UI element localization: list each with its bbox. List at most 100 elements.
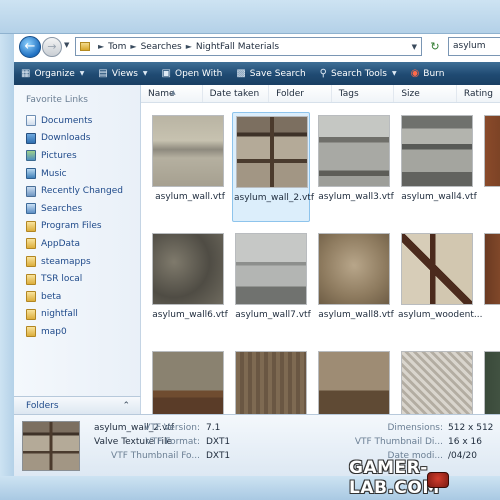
breadcrumb-separator-icon[interactable]: ► xyxy=(130,42,136,51)
breadcrumb-searches[interactable]: Searches xyxy=(141,42,182,52)
chevron-up-icon: ⌃ xyxy=(122,400,130,411)
sidebar-item-music[interactable]: Music xyxy=(26,165,123,183)
sidebar-item-pictures[interactable]: Pictures xyxy=(26,147,123,165)
sidebar-item-label: Documents xyxy=(41,115,93,126)
sidebar-item-label: TSR local xyxy=(41,274,83,285)
chevron-down-icon: ▼ xyxy=(142,70,148,77)
downloads-icon xyxy=(26,132,36,144)
sidebar-item-tsr-local[interactable]: TSR local xyxy=(26,270,123,288)
sidebar-item-recently-changed[interactable]: Recently Changed xyxy=(26,182,123,200)
chevron-down-icon[interactable]: ▼ xyxy=(412,43,417,51)
watermark-text: GAMER-LAB.COM xyxy=(349,458,440,498)
file-tile[interactable] xyxy=(232,348,310,414)
back-button[interactable]: ← xyxy=(19,36,41,58)
property-value: DXT1 xyxy=(206,437,231,447)
file-thumbnail xyxy=(401,115,473,187)
folders-toggle[interactable]: Folders ⌃ xyxy=(14,396,141,414)
property-value: 512 x 512 xyxy=(448,423,494,433)
search-input[interactable]: asylum xyxy=(448,37,500,56)
sidebar-item-label: nightfall xyxy=(41,309,78,320)
chevron-down-icon: ▼ xyxy=(79,70,85,77)
sidebar-item-label: beta xyxy=(41,291,62,302)
sidebar-item-program-files[interactable]: Program Files xyxy=(26,218,123,236)
property-label: VTF Thumbnail Di... xyxy=(354,437,443,447)
file-thumbnail xyxy=(152,233,224,305)
file-thumbnail xyxy=(401,233,473,305)
organize-label: Organize xyxy=(34,68,75,79)
file-tile[interactable]: asylum_wall.vtf xyxy=(149,112,227,222)
property-label: VTF Thumbnail Fo... xyxy=(111,451,200,461)
burn-icon: ◉ xyxy=(410,68,420,79)
column-header-label: Folder xyxy=(276,89,304,99)
chevron-down-icon: ▼ xyxy=(391,70,397,77)
file-tile[interactable]: asylum_wall8.vtf xyxy=(315,230,394,340)
column-header-folder[interactable]: Folder xyxy=(269,85,332,102)
file-tile[interactable]: asylum_wall6.vtf xyxy=(149,230,228,340)
file-name: asylum_wall4.vtf xyxy=(401,192,477,202)
organize-icon: ▦ xyxy=(21,68,31,79)
sidebar-item-label: Recently Changed xyxy=(41,186,123,197)
refresh-button[interactable]: ↻ xyxy=(426,38,444,55)
window-titlebar xyxy=(0,0,500,34)
folder-icon xyxy=(26,291,36,303)
folder-icon xyxy=(26,256,36,268)
file-tile[interactable] xyxy=(398,348,476,414)
sidebar-item-label: Downloads xyxy=(41,133,91,144)
views-button[interactable]: ▤ Views ▼ xyxy=(91,62,154,85)
file-tile[interactable] xyxy=(481,230,500,340)
file-name: asylum_wall7.vtf xyxy=(235,310,311,320)
address-bar[interactable]: ► Tom ► Searches ► NightFall Materials ▼ xyxy=(75,37,422,56)
folder-icon xyxy=(26,326,36,338)
sidebar-item-label: Music xyxy=(41,168,67,179)
navigation-pane: Favorite Links Documents Downloads Pictu… xyxy=(14,85,141,396)
sidebar-item-beta[interactable]: beta xyxy=(26,288,123,306)
save-search-button[interactable]: ▩ Save Search xyxy=(229,62,312,85)
file-tile[interactable]: asylum_wall3.vtf xyxy=(315,112,394,222)
recently-changed-icon xyxy=(26,185,36,197)
back-arrow-icon: ← xyxy=(24,39,36,54)
breadcrumb-separator-icon[interactable]: ► xyxy=(186,42,192,51)
views-icon: ▤ xyxy=(98,68,108,79)
column-header-tags[interactable]: Tags xyxy=(332,85,395,102)
breadcrumb-current[interactable]: NightFall Materials xyxy=(196,42,279,52)
file-name: asylum_wall6.vtf xyxy=(152,310,228,320)
searches-icon xyxy=(26,203,36,215)
sidebar-item-steamapps[interactable]: steamapps xyxy=(26,253,123,271)
open-with-button[interactable]: ▣ Open With xyxy=(155,62,230,85)
views-label: Views xyxy=(111,68,138,79)
file-tile[interactable]: asylum_wall_2.vtf xyxy=(232,112,314,222)
file-tile[interactable] xyxy=(315,348,393,414)
breadcrumb-tom[interactable]: Tom xyxy=(108,42,126,52)
file-list-area: Name ▲ Date taken Folder Tags Size Rating… xyxy=(141,85,500,414)
sidebar-item-appdata[interactable]: AppData xyxy=(26,235,123,253)
forward-button[interactable]: → xyxy=(42,37,62,57)
recent-pages-button[interactable]: ▼ xyxy=(64,41,74,53)
column-header-date-taken[interactable]: Date taken xyxy=(203,85,270,102)
file-tile[interactable]: asylum_wall4.vtf xyxy=(398,112,477,222)
column-header-size[interactable]: Size xyxy=(394,85,457,102)
file-name: asylum_wall.vtf xyxy=(155,192,225,202)
breadcrumb-separator-icon[interactable]: ► xyxy=(98,42,104,51)
column-header-label: Size xyxy=(401,89,420,99)
file-tile[interactable] xyxy=(481,348,500,414)
sidebar-item-label: Program Files xyxy=(41,221,102,232)
sidebar-item-map0[interactable]: map0 xyxy=(26,323,123,341)
favorite-links-heading: Favorite Links xyxy=(26,95,88,105)
file-thumbnail xyxy=(484,115,500,187)
sidebar-item-searches[interactable]: Searches xyxy=(26,200,123,218)
file-tile[interactable] xyxy=(481,112,500,222)
sidebar-item-nightfall[interactable]: nightfall xyxy=(26,306,123,324)
sidebar-item-downloads[interactable]: Downloads xyxy=(26,130,123,148)
column-headers: Name ▲ Date taken Folder Tags Size Rating xyxy=(141,85,500,103)
file-thumbnail xyxy=(401,351,473,414)
sidebar-item-documents[interactable]: Documents xyxy=(26,112,123,130)
file-tile[interactable] xyxy=(149,348,227,414)
organize-button[interactable]: ▦ Organize ▼ xyxy=(14,62,91,85)
refresh-icon: ↻ xyxy=(430,40,440,53)
search-tools-button[interactable]: ⚲ Search Tools ▼ xyxy=(313,62,404,85)
file-tile[interactable]: asylum_wall7.vtf xyxy=(232,230,311,340)
column-header-name[interactable]: Name ▲ xyxy=(141,85,203,102)
burn-button[interactable]: ◉ Burn xyxy=(404,62,452,85)
file-tile[interactable]: asylum_woodent... xyxy=(398,230,482,340)
column-header-rating[interactable]: Rating xyxy=(457,85,500,102)
